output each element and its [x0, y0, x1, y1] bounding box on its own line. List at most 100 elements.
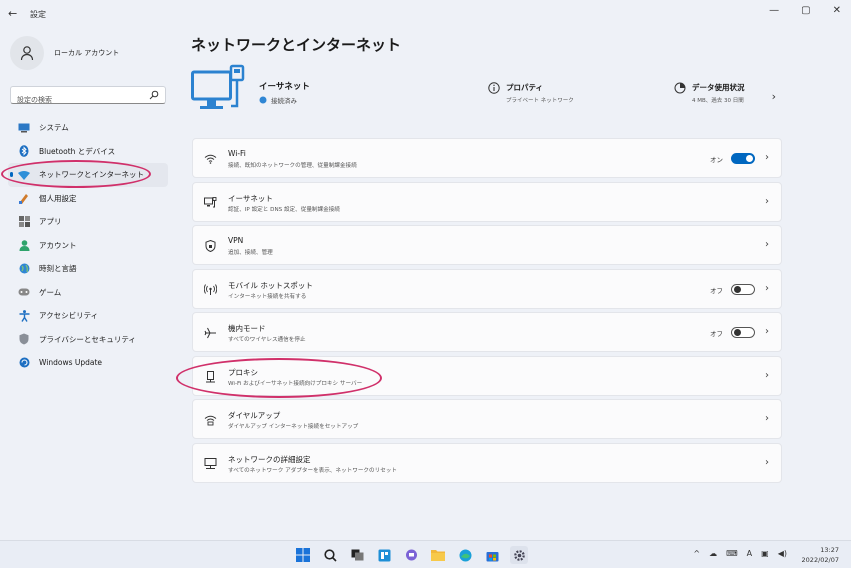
hotspot-toggle[interactable]	[731, 283, 755, 295]
card-mobile-hotspot[interactable]: モバイル ホットスポット インターネット接続を共有する オフ ›	[192, 268, 782, 309]
card-dialup[interactable]: ダイヤルアップ ダイヤルアップ インターネット接続をセットアップ ›	[192, 399, 782, 439]
volume-icon[interactable]: ◀)	[778, 549, 787, 558]
start-icon[interactable]	[294, 546, 312, 564]
card-advanced-network[interactable]: ネットワークの詳細設定 すべてのネットワーク アダプターを表示、ネットワークのリ…	[192, 442, 782, 483]
sidebar-nav: システム Bluetooth とデバイス ネットワークとインターネット 個人用設…	[8, 116, 168, 375]
data-usage-subtitle: 4 MB、過去 30 日間	[692, 98, 744, 104]
search-icon[interactable]	[149, 90, 159, 100]
card-title: イーサネット	[228, 193, 273, 203]
window-title: 設定	[30, 10, 46, 19]
card-wifi[interactable]: Wi-Fi 接続、既知のネットワークの管理、従量制課金接続 オン ›	[192, 138, 782, 178]
pie-chart-icon	[674, 82, 686, 94]
file-explorer-icon[interactable]	[429, 546, 447, 564]
card-title: モバイル ホットスポット	[228, 280, 313, 290]
accessibility-icon	[18, 309, 30, 322]
sidebar-item-windows-update[interactable]: Windows Update	[8, 351, 168, 375]
taskbar-clock[interactable]: 13:27 2022/02/07	[802, 545, 839, 565]
card-ethernet[interactable]: イーサネット 認証、IP 設定と DNS 設定、従量制課金接続 ›	[192, 181, 782, 222]
search-input[interactable]	[11, 92, 141, 108]
sidebar-item-time-language[interactable]: 時刻と言語	[8, 257, 168, 281]
chevron-right-icon: ›	[765, 282, 769, 294]
data-usage-link[interactable]: データ使用状況 4 MB、過去 30 日間	[674, 82, 745, 104]
dialup-icon	[203, 413, 217, 427]
sidebar-item-system[interactable]: システム	[8, 116, 168, 140]
connection-name: イーサネット	[259, 82, 310, 92]
sidebar-item-label: プライバシーとセキュリティ	[39, 334, 136, 344]
search-box[interactable]	[10, 86, 166, 108]
widgets-icon[interactable]	[375, 546, 393, 564]
brush-icon	[18, 192, 30, 205]
card-subtitle: すべてのネットワーク アダプターを表示、ネットワークのリセット	[228, 467, 397, 474]
title-bar: ← 設定 — ▢ ✕	[0, 0, 851, 28]
ime-mode-indicator[interactable]: A	[747, 549, 752, 558]
sidebar-item-privacy[interactable]: プライバシーとセキュリティ	[8, 328, 168, 352]
sidebar-item-label: アプリ	[39, 217, 62, 227]
card-title: 機内モード	[228, 324, 266, 333]
toggle-state-label: オン	[710, 156, 723, 164]
chevron-up-icon[interactable]: ^	[693, 549, 700, 558]
chevron-right-icon: ›	[765, 326, 769, 337]
store-icon[interactable]	[483, 546, 501, 564]
close-button[interactable]: ✕	[833, 5, 841, 16]
settings-gear-icon[interactable]	[510, 546, 528, 564]
toggle-knob	[734, 329, 741, 336]
airplane-toggle[interactable]	[731, 327, 755, 338]
avatar	[10, 36, 44, 70]
toggle-knob	[746, 155, 753, 162]
info-icon	[488, 82, 500, 94]
sidebar-item-label: ゲーム	[39, 287, 62, 297]
apps-icon	[18, 216, 30, 228]
chevron-right-icon: ›	[765, 152, 769, 163]
sidebar-item-personalization[interactable]: 個人用設定	[8, 187, 168, 211]
sidebar-item-gaming[interactable]: ゲーム	[8, 281, 168, 305]
search-icon[interactable]	[321, 546, 339, 564]
maximize-button[interactable]: ▢	[801, 5, 810, 16]
sidebar-item-label: 個人用設定	[39, 193, 77, 203]
card-subtitle: ダイヤルアップ インターネット接続をセットアップ	[228, 424, 359, 430]
connection-status: 接続済み	[259, 95, 297, 105]
account-area[interactable]: ローカル アカウント	[10, 36, 119, 70]
card-vpn[interactable]: VPN 追加、接続、管理 ›	[192, 225, 782, 265]
connection-summary: イーサネット 接続済み プロパティ プライベート ネットワーク データ使用状況 …	[191, 62, 781, 126]
settings-window: ← 設定 — ▢ ✕ ローカル アカウント システム	[0, 0, 851, 540]
vpn-shield-icon	[203, 239, 217, 253]
gamepad-icon	[18, 286, 30, 298]
onedrive-icon[interactable]: ☁	[709, 549, 717, 558]
network-icon[interactable]: ▣	[761, 549, 769, 558]
chevron-right-icon: ›	[765, 369, 769, 381]
card-title: ダイヤルアップ	[228, 411, 281, 420]
card-proxy[interactable]: プロキシ Wi-Fi およびイーサネット接続向けプロキシ サーバー ›	[192, 355, 782, 396]
keyboard-icon[interactable]: ⌨	[726, 549, 738, 558]
account-name: ローカル アカウント	[54, 49, 120, 57]
sidebar-item-label: Bluetooth とデバイス	[39, 146, 116, 156]
sidebar-item-apps[interactable]: アプリ	[8, 210, 168, 234]
connection-status-text: 接続済み	[271, 97, 297, 105]
chevron-right-icon: ›	[765, 456, 769, 468]
chat-icon[interactable]	[402, 546, 420, 564]
card-subtitle: 認証、IP 設定と DNS 設定、従量制課金接続	[228, 206, 340, 213]
chevron-right-icon: ›	[765, 239, 769, 250]
sidebar-item-bluetooth[interactable]: Bluetooth とデバイス	[8, 140, 168, 164]
sidebar-item-accessibility[interactable]: アクセシビリティ	[8, 304, 168, 328]
sidebar-item-label: アカウント	[39, 240, 77, 250]
back-button[interactable]: ←	[8, 7, 17, 20]
ethernet-icon	[203, 196, 217, 210]
wifi-toggle[interactable]	[731, 153, 755, 164]
chevron-right-icon: ›	[765, 195, 769, 207]
task-view-icon[interactable]	[348, 546, 366, 564]
sidebar-item-accounts[interactable]: アカウント	[8, 234, 168, 258]
properties-link[interactable]: プロパティ プライベート ネットワーク	[488, 82, 574, 104]
clock-time: 13:27	[820, 546, 839, 554]
airplane-icon	[203, 326, 217, 340]
minimize-button[interactable]: —	[769, 5, 779, 16]
sidebar-item-label: ネットワークとインターネット	[39, 170, 144, 180]
chevron-right-icon[interactable]: ›	[772, 90, 776, 103]
hotspot-icon	[203, 283, 217, 297]
person-icon	[18, 239, 30, 251]
edge-icon[interactable]	[456, 546, 474, 564]
card-title: プロキシ	[228, 367, 258, 377]
window-controls: — ▢ ✕	[769, 5, 841, 16]
sidebar-item-network[interactable]: ネットワークとインターネット	[8, 163, 168, 187]
card-airplane-mode[interactable]: 機内モード すべてのワイヤレス通信を停止 オフ ›	[192, 312, 782, 352]
card-title: Wi-Fi	[228, 149, 246, 158]
